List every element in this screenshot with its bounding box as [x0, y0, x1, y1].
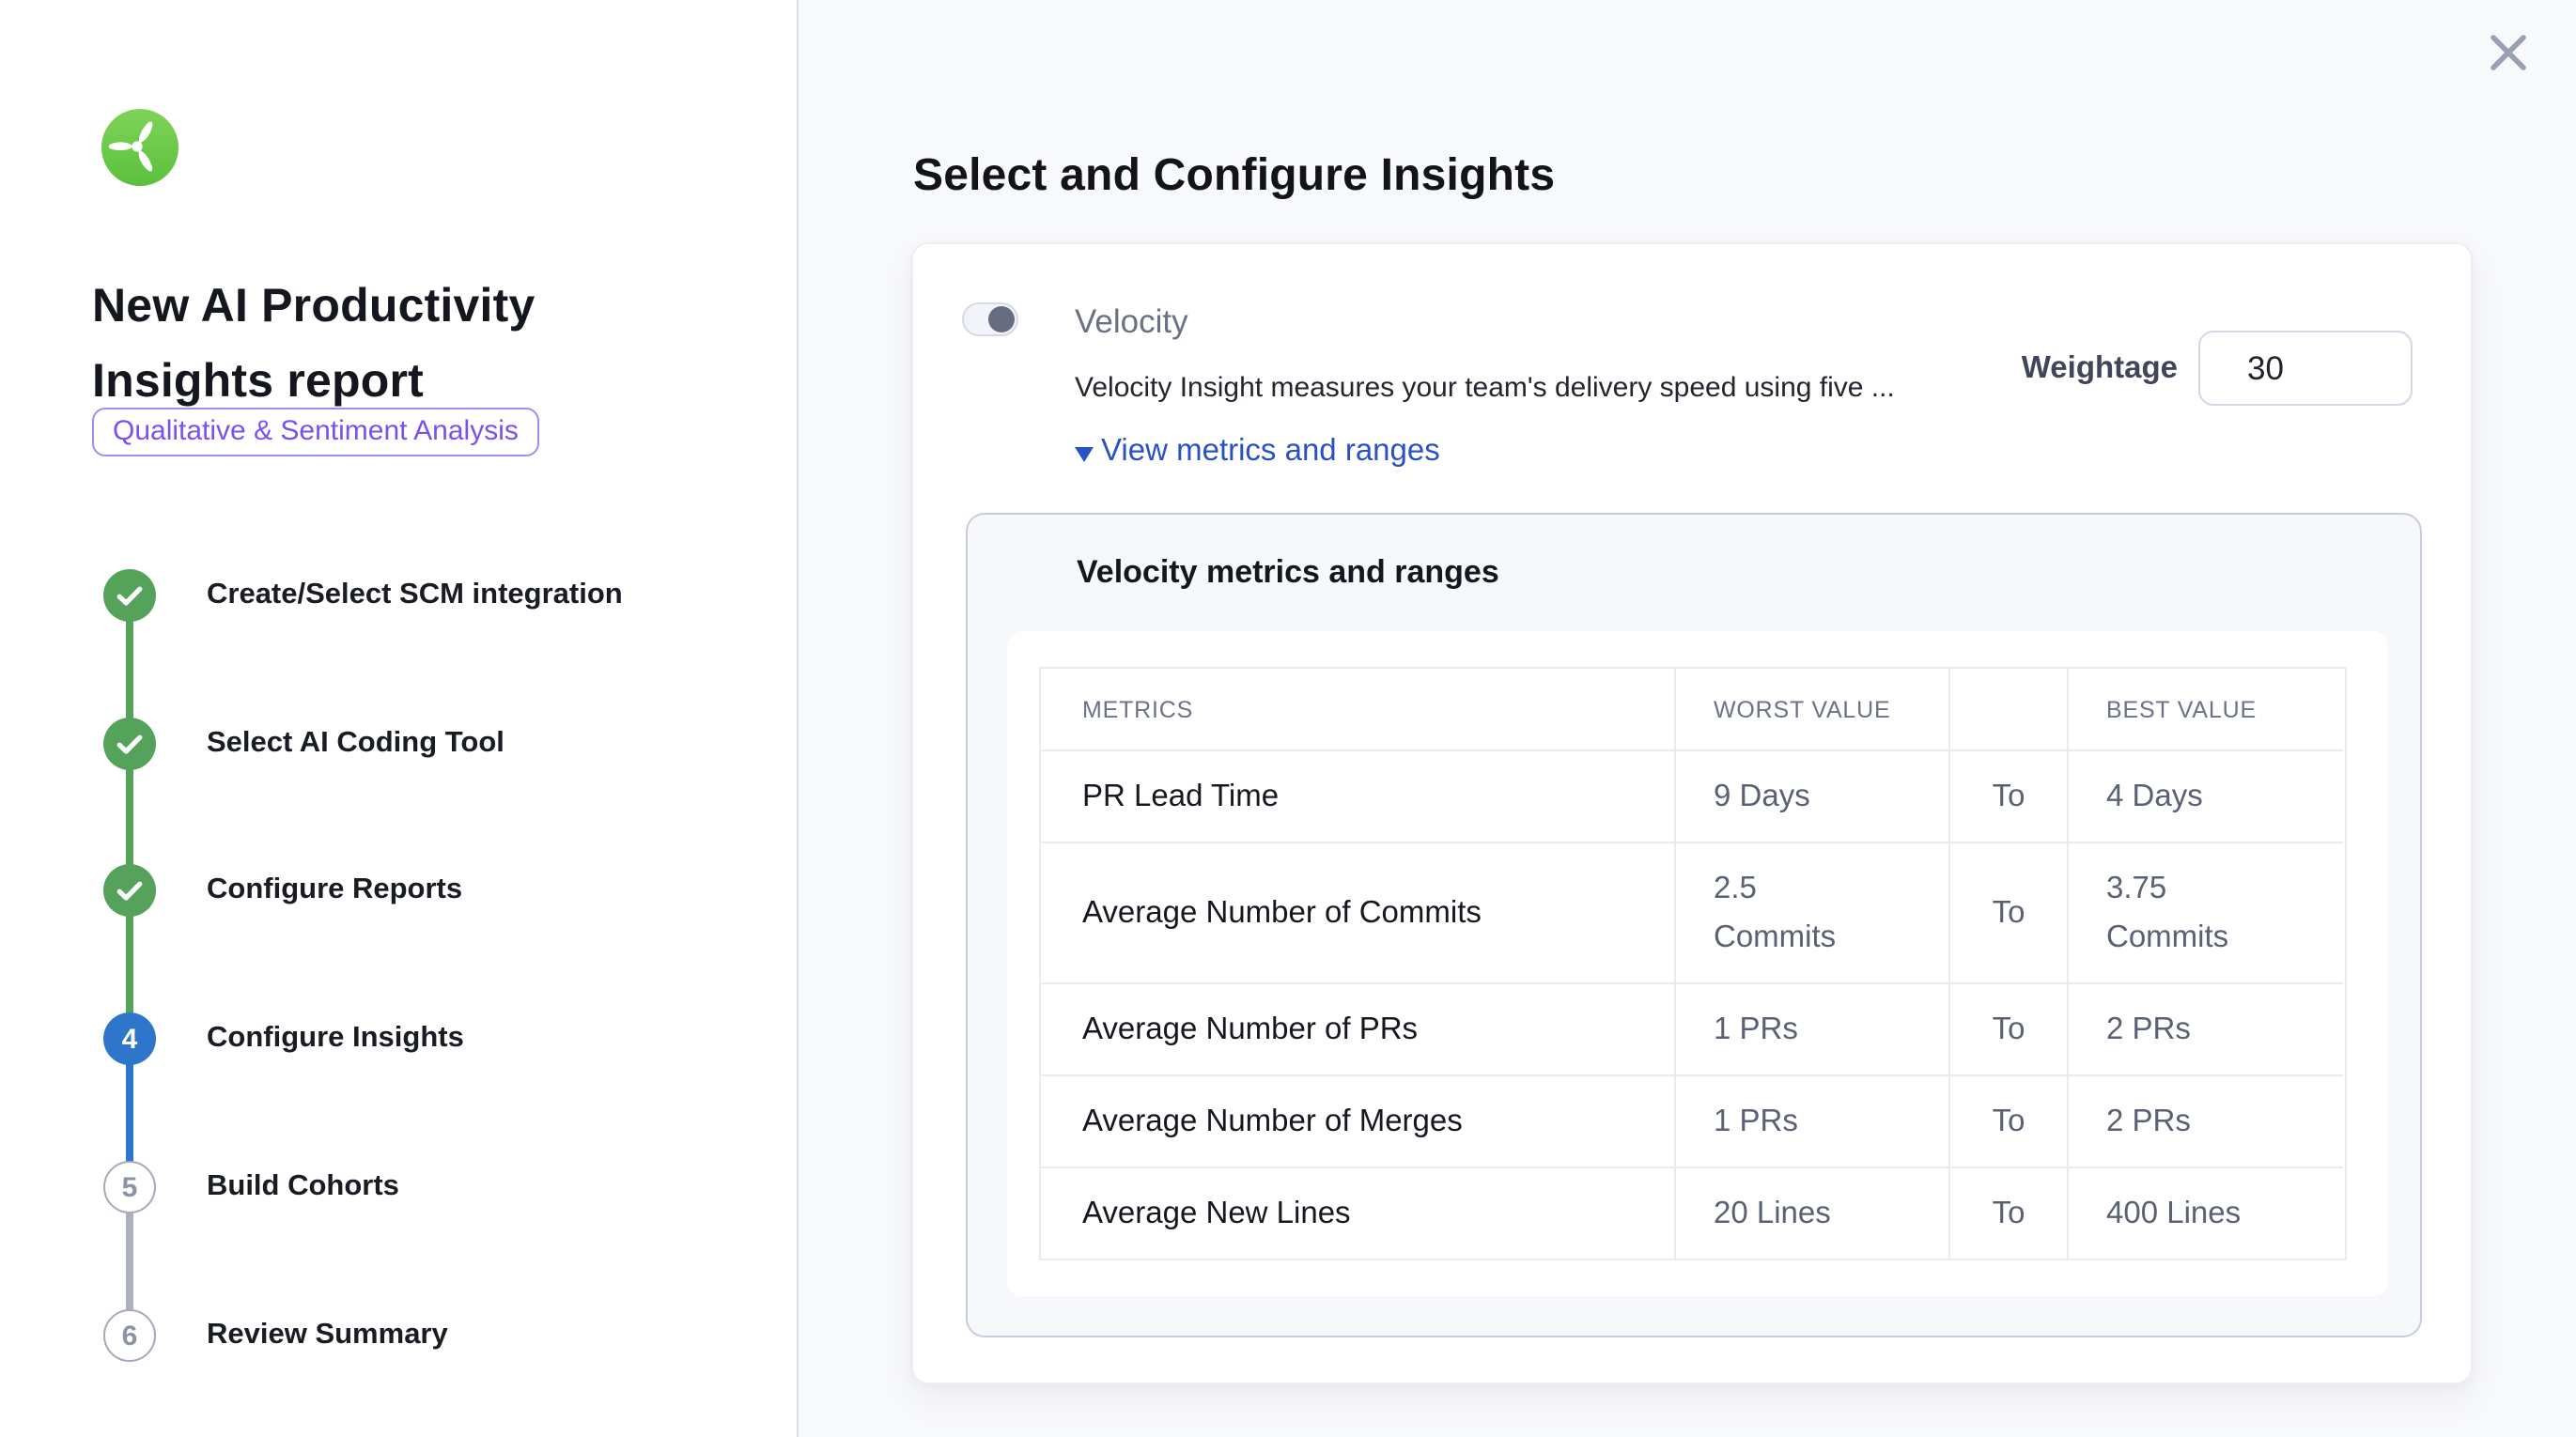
- stepper-step[interactable]: Select AI Coding Tool: [103, 718, 761, 770]
- page-title: Select and Configure Insights: [913, 148, 1555, 205]
- metrics-panel: Velocity metrics and ranges METRICS WORS…: [966, 513, 2422, 1337]
- weightage-row: Weightage: [2022, 331, 2413, 406]
- cell-best-value: 2 PRs: [2069, 984, 2343, 1076]
- cell-worst-value: 20 Lines: [1676, 1168, 1950, 1259]
- cell-worst-value: 9 Days: [1676, 751, 1950, 843]
- stepper-step[interactable]: 6 Review Summary: [103, 1309, 761, 1362]
- step-number: 5: [122, 1171, 138, 1203]
- cell-metric: Average New Lines: [1041, 1168, 1676, 1259]
- cell-best-value: 2 PRs: [2069, 1076, 2343, 1168]
- cell-to: To: [1950, 1168, 2069, 1259]
- step-number: 6: [122, 1320, 138, 1352]
- table-row: Average Number of Commits 2.5 Commits To…: [1041, 843, 2343, 984]
- metrics-panel-title: Velocity metrics and ranges: [1077, 554, 1499, 592]
- cell-best-value: 3.75 Commits: [2069, 843, 2343, 984]
- cell-worst-value: 1 PRs: [1676, 1076, 1950, 1168]
- column-header-blank: [1950, 669, 2069, 751]
- table-header-row: METRICS WORST VALUE BEST VALUE: [1041, 669, 2343, 751]
- check-icon: [116, 880, 143, 901]
- cell-worst-value: 1 PRs: [1676, 984, 1950, 1076]
- metrics-table-card: METRICS WORST VALUE BEST VALUE PR Lead T…: [1007, 631, 2388, 1296]
- step-label: Configure Insights: [207, 1022, 464, 1056]
- insight-card: Velocity Velocity Insight measures your …: [911, 242, 2473, 1384]
- cell-metric: Average Number of Commits: [1041, 843, 1676, 984]
- step-circle: [103, 864, 156, 917]
- metrics-table: METRICS WORST VALUE BEST VALUE PR Lead T…: [1041, 669, 2343, 1259]
- cell-to: To: [1950, 843, 2069, 984]
- toggle-knob: [988, 306, 1015, 332]
- step-label: Create/Select SCM integration: [207, 579, 623, 612]
- step-label: Build Cohorts: [207, 1170, 399, 1204]
- view-metrics-link[interactable]: View metrics and ranges: [1075, 434, 1440, 470]
- column-header-metrics: METRICS: [1041, 669, 1676, 751]
- weightage-input[interactable]: [2198, 331, 2413, 406]
- table-row: Average Number of Merges 1 PRs To 2 PRs: [1041, 1076, 2343, 1168]
- table-row: Average New Lines 20 Lines To 400 Lines: [1041, 1168, 2343, 1259]
- step-circle: 4: [103, 1012, 156, 1065]
- insight-description: Velocity Insight measures your team's de…: [1075, 372, 1895, 404]
- stepper: Create/Select SCM integration Select AI …: [0, 0, 799, 1437]
- velocity-toggle[interactable]: [962, 302, 1018, 336]
- check-icon: [116, 734, 143, 754]
- triangle-down-icon: [1075, 446, 1094, 461]
- step-label: Select AI Coding Tool: [207, 727, 504, 761]
- step-circle: [103, 718, 156, 770]
- step-circle: 6: [103, 1309, 156, 1362]
- check-icon: [116, 585, 143, 606]
- cell-best-value: 400 Lines: [2069, 1168, 2343, 1259]
- close-button[interactable]: [2480, 24, 2537, 81]
- step-number: 4: [122, 1023, 138, 1055]
- cell-worst-value: 2.5 Commits: [1676, 843, 1950, 984]
- step-circle: 5: [103, 1161, 156, 1213]
- weightage-label: Weightage: [2022, 350, 2178, 386]
- column-header-best-value: BEST VALUE: [2069, 669, 2343, 751]
- cell-metric: Average Number of PRs: [1041, 984, 1676, 1076]
- cell-to: To: [1950, 984, 2069, 1076]
- step-label: Review Summary: [207, 1319, 448, 1352]
- column-header-worst-value: WORST VALUE: [1676, 669, 1950, 751]
- insight-name: Velocity: [1075, 302, 1188, 342]
- stepper-step[interactable]: 5 Build Cohorts: [103, 1161, 761, 1213]
- sidebar: New AI Productivity Insights report Qual…: [0, 0, 799, 1437]
- cell-to: To: [1950, 751, 2069, 843]
- step-circle: [103, 569, 156, 622]
- stepper-step[interactable]: Create/Select SCM integration: [103, 569, 761, 622]
- cell-metric: PR Lead Time: [1041, 751, 1676, 843]
- table-row: PR Lead Time 9 Days To 4 Days: [1041, 751, 2343, 843]
- step-label: Configure Reports: [207, 873, 462, 907]
- view-metrics-label: View metrics and ranges: [1101, 434, 1440, 470]
- close-x-icon: [2480, 58, 2537, 86]
- stepper-step[interactable]: 4 Configure Insights: [103, 1012, 761, 1065]
- wizard-screen: New AI Productivity Insights report Qual…: [0, 0, 2576, 1437]
- cell-to: To: [1950, 1076, 2069, 1168]
- table-row: Average Number of PRs 1 PRs To 2 PRs: [1041, 984, 2343, 1076]
- cell-metric: Average Number of Merges: [1041, 1076, 1676, 1168]
- stepper-step[interactable]: Configure Reports: [103, 864, 761, 917]
- cell-best-value: 4 Days: [2069, 751, 2343, 843]
